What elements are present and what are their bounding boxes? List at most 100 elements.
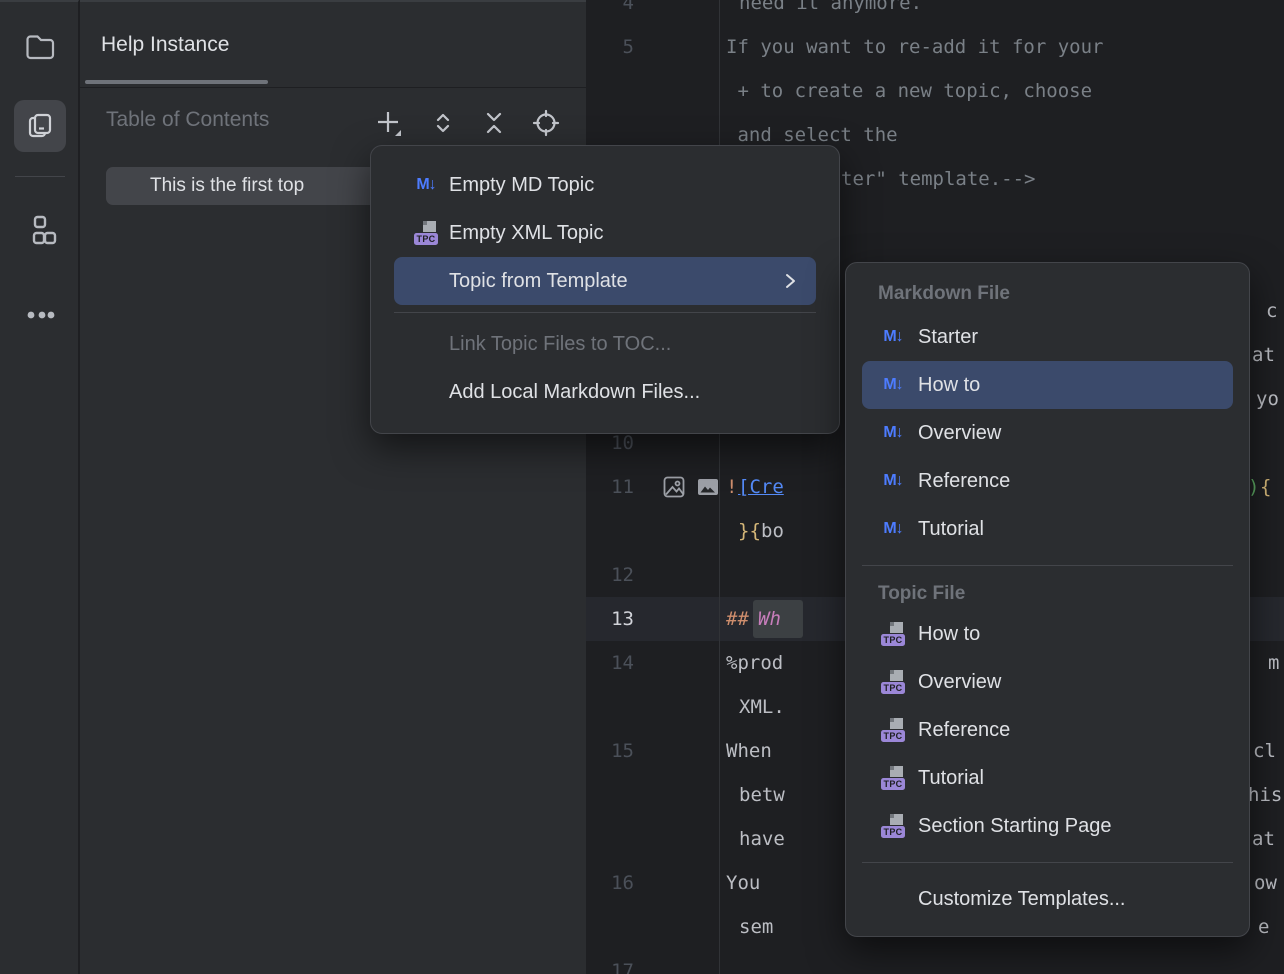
markdown-file-icon: M↓: [411, 176, 441, 194]
pages-icon: [22, 108, 58, 144]
image-filled-gutter-icon[interactable]: [697, 476, 719, 498]
menu-separator: [862, 565, 1233, 566]
plus-dropdown-icon: [374, 108, 404, 138]
code-edge-fragment: cl: [1253, 729, 1276, 773]
submenu-arrow-icon: [780, 271, 800, 291]
markdown-file-icon: M↓: [878, 472, 908, 490]
submenu-item-reference-topic[interactable]: TPC Reference: [862, 706, 1233, 754]
expand-all-icon: [429, 109, 457, 137]
code-edge-fragment: m: [1268, 641, 1279, 685]
toolbar-divider: [15, 176, 65, 177]
code-line-5: If you want to re-add it for your: [726, 25, 1104, 69]
line-number: 15: [586, 729, 634, 773]
topic-file-icon: TPC: [878, 622, 908, 646]
crosshair-icon: [532, 109, 560, 137]
more-tool-button[interactable]: [14, 281, 66, 333]
menu-item-label: Reference: [918, 470, 1010, 493]
menu-item-label: Link Topic Files to TOC...: [449, 333, 671, 356]
line-number: 11: [586, 465, 634, 509]
line-number: 14: [586, 641, 634, 685]
menu-item-label: Tutorial: [918, 767, 984, 790]
menu-item-topic-from-template[interactable]: Topic from Template: [394, 257, 816, 305]
topic-file-icon: TPC: [878, 718, 908, 742]
project-tool-button[interactable]: [14, 21, 66, 73]
code-line-15-wrap: betw: [739, 773, 785, 817]
menu-item-label: Starter: [918, 326, 978, 349]
submenu-item-how-to-md[interactable]: M↓ How to: [862, 361, 1233, 409]
toc-item-first-topic[interactable]: This is the first top: [106, 167, 394, 205]
markdown-file-icon: M↓: [878, 520, 908, 538]
menu-item-label: Overview: [918, 671, 1001, 694]
code-edge-fragment: at: [1252, 817, 1275, 861]
expand-all-button[interactable]: [428, 108, 458, 138]
topic-template-submenu: Markdown File M↓ Starter M↓ How to M↓ Ov…: [845, 262, 1250, 937]
code-line-5-wrap: ter" template.-->: [841, 157, 1035, 201]
code-edge-fragment: ow: [1254, 861, 1277, 905]
menu-item-label: Empty MD Topic: [449, 174, 594, 197]
submenu-item-tutorial-md[interactable]: M↓ Tutorial: [862, 505, 1233, 553]
submenu-item-how-to-topic[interactable]: TPC How to: [862, 610, 1233, 658]
code-edge-fragment: yo: [1256, 377, 1279, 421]
topic-file-icon: TPC: [411, 221, 441, 245]
tab-help-instance[interactable]: Help Instance: [101, 33, 229, 57]
code-edge-fragment: e: [1258, 905, 1269, 949]
menu-item-label: Tutorial: [918, 518, 984, 541]
menu-item-empty-md-topic[interactable]: M↓ Empty MD Topic: [394, 161, 816, 209]
ide-window: Help Instance Table of Contents: [0, 0, 1284, 974]
submenu-item-section-starting-page[interactable]: TPC Section Starting Page: [862, 802, 1233, 850]
submenu-section-markdown-file: Markdown File: [846, 275, 1249, 313]
image-outline-gutter-icon[interactable]: [663, 476, 685, 498]
markdown-file-icon: M↓: [878, 376, 908, 394]
code-line-13-heading: Wh: [758, 597, 781, 641]
code-line-11-wrap-braces: }{: [738, 509, 761, 553]
code-line-14: %prod: [726, 641, 783, 685]
menu-item-label: Section Starting Page: [918, 815, 1111, 838]
add-topic-button[interactable]: [374, 108, 404, 138]
menu-separator: [394, 312, 816, 313]
code-edge-fragment: at: [1252, 333, 1275, 377]
line-number: 4: [586, 0, 634, 25]
code-edge-fragment: c: [1266, 289, 1277, 333]
collapse-all-button[interactable]: [479, 108, 509, 138]
line-number: 12: [586, 553, 634, 597]
locate-opened-file-button[interactable]: [531, 108, 561, 138]
menu-item-label: Customize Templates...: [918, 888, 1126, 911]
structure-icon: [22, 212, 58, 248]
line-number: 16: [586, 861, 634, 905]
menu-item-label: Reference: [918, 719, 1010, 742]
tool-window-header: Help Instance: [80, 2, 586, 88]
toc-panel-title: Table of Contents: [106, 108, 269, 132]
folder-icon: [22, 29, 58, 65]
submenu-section-topic-file: Topic File: [846, 578, 1249, 610]
code-line-15: When: [726, 729, 772, 773]
menu-item-add-local-markdown[interactable]: Add Local Markdown Files...: [394, 368, 816, 416]
menu-item-empty-xml-topic[interactable]: TPC Empty XML Topic: [394, 209, 816, 257]
line-number: 17: [586, 949, 634, 974]
submenu-item-starter[interactable]: M↓ Starter: [862, 313, 1233, 361]
submenu-item-tutorial-topic[interactable]: TPC Tutorial: [862, 754, 1233, 802]
menu-item-label: Add Local Markdown Files...: [449, 381, 700, 404]
collapse-all-icon: [480, 109, 508, 137]
submenu-item-customize-templates[interactable]: Customize Templates...: [862, 875, 1233, 923]
topic-file-icon: TPC: [878, 814, 908, 838]
topic-file-icon: TPC: [878, 670, 908, 694]
code-line-5-wrap: + to create a new topic, choose: [726, 69, 1092, 113]
more-dots-icon: [22, 289, 58, 325]
menu-item-label: How to: [918, 374, 980, 397]
code-line-13-marker: ##: [726, 597, 749, 641]
menu-item-label: Topic from Template: [449, 270, 628, 293]
structure-tool-button[interactable]: [14, 204, 66, 256]
line-number: 5: [586, 25, 634, 69]
markdown-file-icon: M↓: [878, 424, 908, 442]
topics-tool-button[interactable]: [14, 100, 66, 152]
menu-item-label: Empty XML Topic: [449, 222, 604, 245]
menu-separator: [862, 862, 1233, 863]
code-edge-brace: {: [1260, 465, 1271, 509]
submenu-item-overview-topic[interactable]: TPC Overview: [862, 658, 1233, 706]
submenu-item-overview-md[interactable]: M↓ Overview: [862, 409, 1233, 457]
menu-item-label: Overview: [918, 422, 1001, 445]
submenu-item-reference-md[interactable]: M↓ Reference: [862, 457, 1233, 505]
code-edge-fragment: his: [1248, 773, 1282, 817]
left-tool-stripe: [0, 0, 79, 974]
menu-item-label: How to: [918, 623, 980, 646]
